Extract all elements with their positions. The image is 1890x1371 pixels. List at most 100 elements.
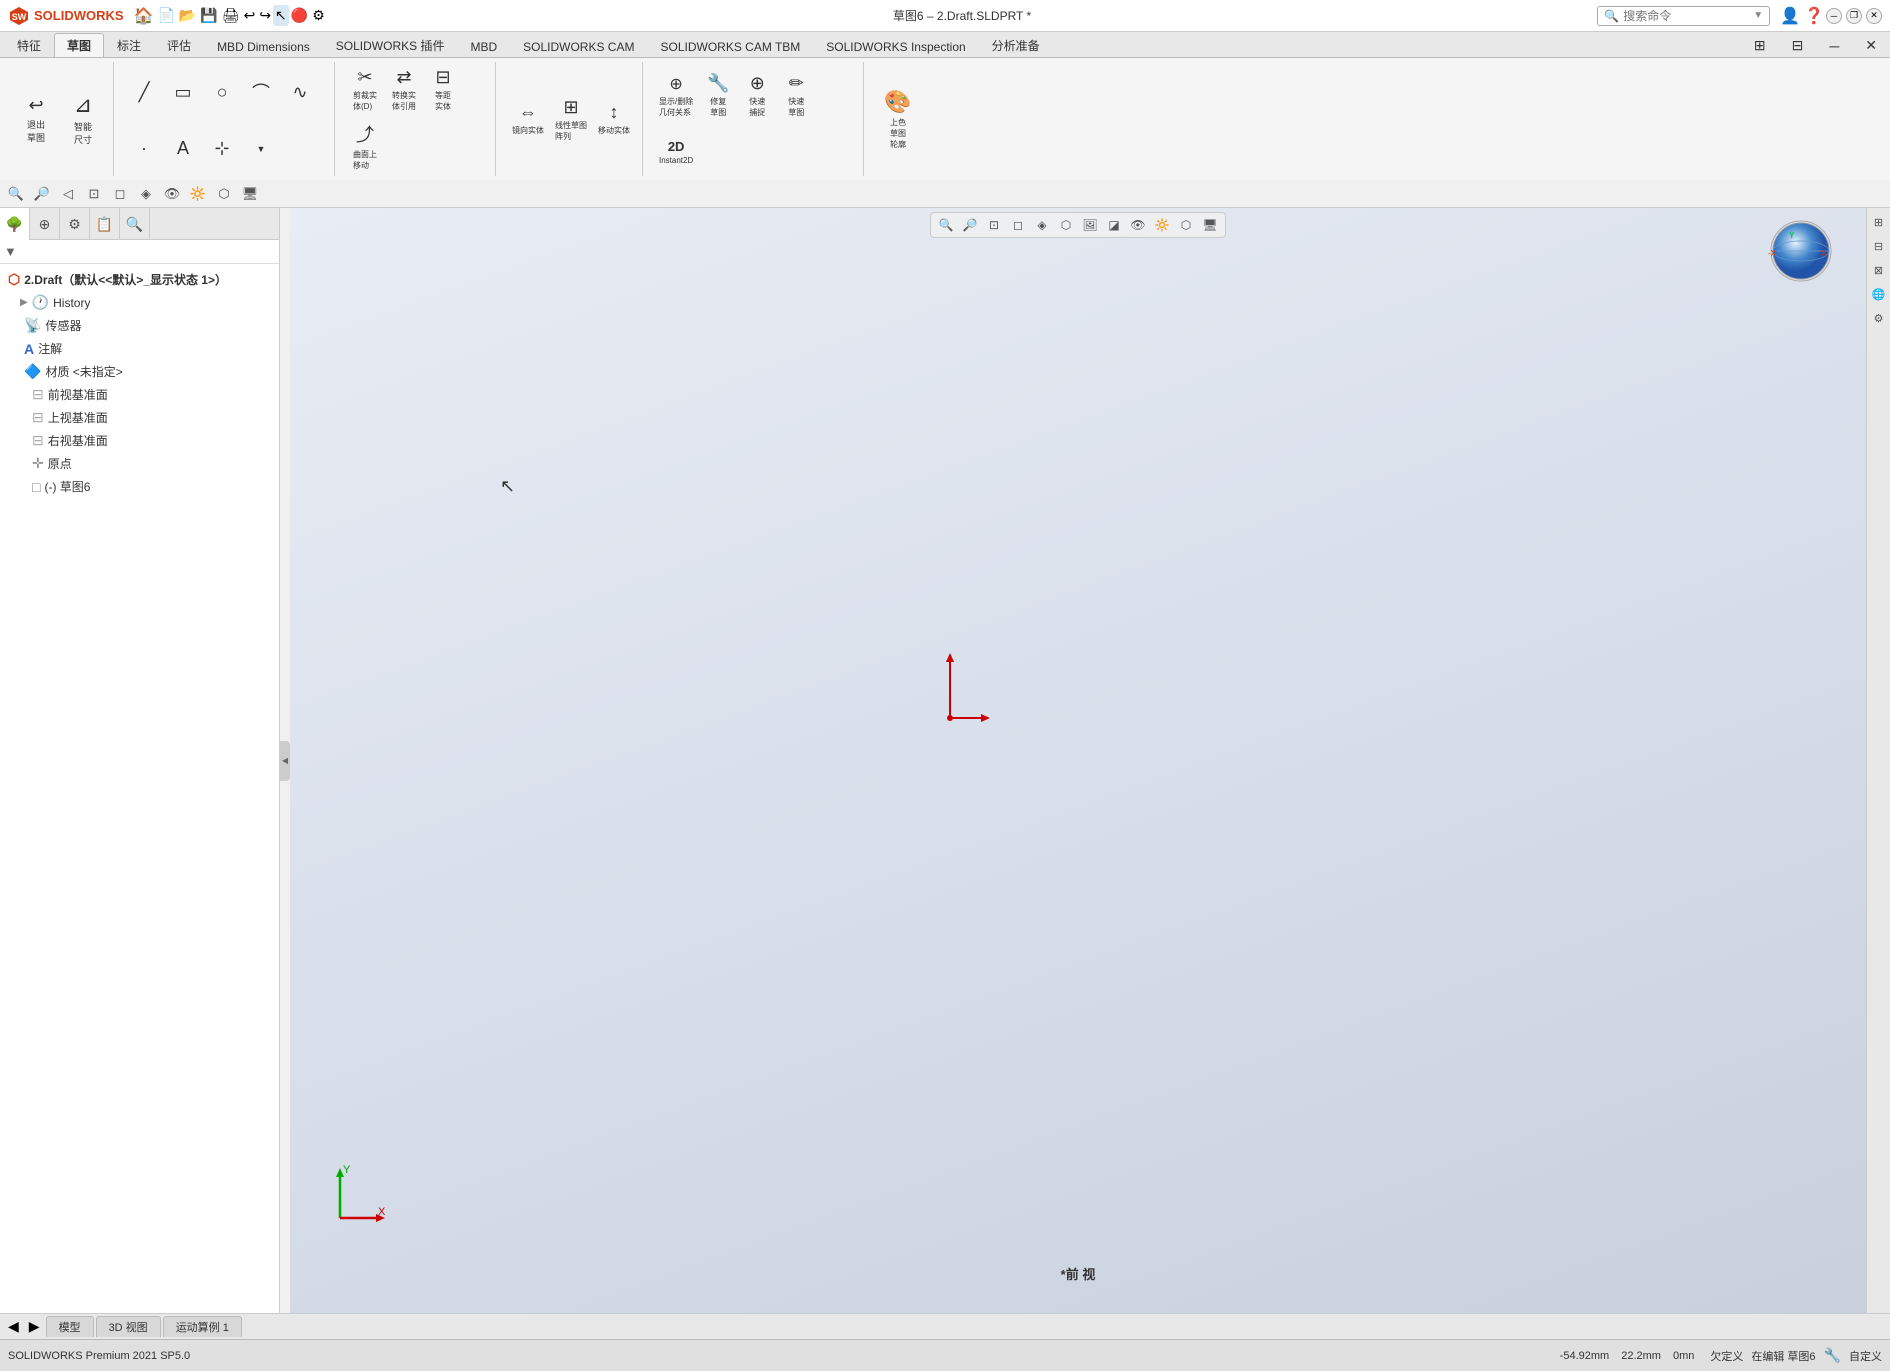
tab-markup[interactable]: 标注 [104, 33, 154, 57]
tree-item-sketch6[interactable]: □ (-) 草图6 [0, 475, 279, 498]
rectangle-button[interactable]: ▭ [165, 79, 201, 106]
tree-item-right-plane[interactable]: ⊟ 右视基准面 [0, 429, 279, 452]
circle-button[interactable]: ○ [204, 79, 240, 106]
tab-layout-button[interactable]: ⊟ [1779, 33, 1817, 57]
vp-light-button[interactable]: 🔆 [1151, 215, 1173, 235]
rebuild-warning-icon[interactable]: 🔧 [1824, 1347, 1841, 1364]
tab-model[interactable]: 模型 [46, 1316, 94, 1337]
sidebar-tab-appearances[interactable]: 📋 [90, 208, 120, 240]
surface-move-button[interactable]: ⤴ 曲面上移动 [347, 118, 383, 174]
search-dropdown-icon[interactable]: ▼ [1753, 10, 1763, 21]
view-selector-button[interactable]: ◻ [108, 183, 132, 205]
tab-close-ribbon[interactable]: ✕ [1852, 33, 1890, 57]
trim-button[interactable]: ✂ 剪裁实体(D) [347, 64, 383, 115]
save-icon[interactable]: 💾 [198, 5, 219, 26]
sidebar-tab-search[interactable]: 🔍 [120, 208, 150, 240]
rp-btn-3[interactable]: ⊠ [1869, 260, 1889, 280]
tab-sw-inspection[interactable]: SOLIDWORKS Inspection [813, 36, 978, 57]
tab-features[interactable]: 特征 [4, 33, 54, 57]
options-icon[interactable]: ⚙ [310, 5, 327, 26]
select-icon[interactable]: ↖ [273, 5, 289, 26]
tree-item-history[interactable]: ▶ 🕐 History [0, 291, 279, 314]
text-button[interactable]: A [165, 135, 201, 162]
prev-tab-button[interactable]: ◀ [4, 1316, 23, 1337]
sketch-more-button[interactable]: ▼ [243, 141, 279, 157]
tree-item-material[interactable]: 🔷 材质 <未指定> [0, 360, 279, 383]
arc-button[interactable]: ⌒ [243, 76, 279, 108]
tab-motion-study[interactable]: 运动算例 1 [163, 1316, 242, 1337]
viewport[interactable]: 🔍 🔎 ⊡ ◻ ◈ ⬡ 🖼 ◪ 👁 🔆 ⬡ 🖥 ↖ [290, 208, 1866, 1313]
new-icon[interactable]: 📄 [155, 5, 176, 26]
offset-entities-button[interactable]: ⊟ 等距实体 [425, 64, 461, 115]
tab-evaluate[interactable]: 评估 [154, 33, 204, 57]
redo-icon[interactable]: ↪ [257, 5, 273, 26]
linear-pattern-button[interactable]: ⊞ 线性草图阵列 [551, 94, 591, 145]
print-icon[interactable]: 🖨 [220, 5, 242, 26]
minimize-button[interactable]: ─ [1826, 8, 1842, 24]
edit-appearance-button[interactable]: 🔆 [186, 183, 210, 205]
quick-snap-button[interactable]: ⊕ 快速捕捉 [739, 70, 775, 121]
tab-mbd[interactable]: MBD [457, 36, 510, 57]
home-icon[interactable]: 🏠 [132, 4, 156, 28]
zoom-button[interactable]: 🔎 [30, 183, 54, 205]
rp-btn-5[interactable]: ⚙ [1869, 308, 1889, 328]
vp-section2-button[interactable]: ◪ [1103, 215, 1125, 235]
vp-zoom-button[interactable]: 🔎 [959, 215, 981, 235]
vp-eye-button[interactable]: 👁 [1127, 215, 1149, 235]
sidebar-tab-properties[interactable]: ⊕ [30, 208, 60, 240]
previous-view-button[interactable]: ◁ [56, 183, 80, 205]
sidebar-tab-config[interactable]: ⚙ [60, 208, 90, 240]
search-box[interactable]: 🔍 ▼ [1597, 6, 1770, 26]
vp-hex-button[interactable]: ⬡ [1175, 215, 1197, 235]
zoom-to-fit-button[interactable]: 🔍 [4, 183, 28, 205]
rp-btn-4[interactable]: 🌐 [1869, 284, 1889, 304]
exit-sketch-button[interactable]: ↩ 退出草图 [14, 92, 58, 147]
tree-item-top-plane[interactable]: ⊟ 上视基准面 [0, 406, 279, 429]
sidebar-collapse-handle[interactable]: ◀ [280, 741, 290, 781]
sidebar-tab-feature-tree[interactable]: 🌳 [0, 208, 30, 240]
display-style-button[interactable]: ◈ [134, 183, 158, 205]
tab-expand-button[interactable]: ⊞ [1741, 33, 1779, 57]
repair-sketch-button[interactable]: 🔧 修复草图 [700, 70, 736, 121]
rp-btn-2[interactable]: ⊟ [1869, 236, 1889, 256]
view-orientation-cube[interactable]: Y X -X [1766, 216, 1836, 286]
tab-sketch[interactable]: 草图 [54, 33, 104, 57]
section-view-button[interactable]: ⊡ [82, 183, 106, 205]
tab-analysis[interactable]: 分析准备 [979, 33, 1053, 57]
tab-sw-cam[interactable]: SOLIDWORKS CAM [510, 36, 647, 57]
show-relations-button[interactable]: ⊕ 显示/删除几何关系 [655, 71, 697, 121]
vp-hide-button[interactable]: 🖼 [1079, 215, 1101, 235]
construction-line-button[interactable]: ⊹ [204, 135, 240, 162]
apply-scene-button[interactable]: ⬡ [212, 183, 236, 205]
point-button[interactable]: · [126, 135, 162, 162]
vp-section-button[interactable]: ⊡ [983, 215, 1005, 235]
tree-item-annotations[interactable]: A 注解 [0, 337, 279, 360]
tree-item-sensors[interactable]: 📡 传感器 [0, 314, 279, 337]
tree-item-origin[interactable]: ✛ 原点 [0, 452, 279, 475]
spline-button[interactable]: ∿ [282, 79, 318, 106]
status-customize[interactable]: 自定义 [1849, 1348, 1882, 1364]
convert-entities-button[interactable]: ⇄ 转换实体引用 [386, 64, 422, 115]
line-button[interactable]: ╱ [126, 79, 162, 106]
move-entities-button[interactable]: ↕ 移动实体 [594, 99, 634, 139]
rebuild-icon[interactable]: 🔴 [289, 5, 310, 26]
mirror-button[interactable]: ⇔ 镜向实体 [508, 99, 548, 139]
account-icon[interactable]: 👤 [1778, 4, 1802, 28]
close-button[interactable]: ✕ [1866, 8, 1882, 24]
vp-zoom-fit-button[interactable]: 🔍 [935, 215, 957, 235]
vp-display-button[interactable]: ◈ [1031, 215, 1053, 235]
instant2d-button[interactable]: 2D Instant2D [655, 136, 697, 168]
color-sketch-button[interactable]: 🎨 上色草图轮廓 [876, 86, 920, 153]
tab-sw-cam-tbm[interactable]: SOLIDWORKS CAM TBM [647, 36, 813, 57]
undo-icon[interactable]: ↩ [242, 5, 258, 26]
tab-minimize-ribbon[interactable]: ─ [1816, 34, 1852, 57]
search-input[interactable] [1623, 9, 1753, 23]
vp-3d-button[interactable]: ◻ [1007, 215, 1029, 235]
tab-3d-view[interactable]: 3D 视图 [96, 1316, 161, 1337]
tree-item-front-plane[interactable]: ⊟ 前视基准面 [0, 383, 279, 406]
tab-mbd-dimensions[interactable]: MBD Dimensions [204, 36, 323, 57]
open-icon[interactable]: 📂 [177, 5, 198, 26]
view-settings-button[interactable]: 🖥 [238, 183, 262, 205]
tab-sw-plugins[interactable]: SOLIDWORKS 插件 [323, 33, 458, 57]
next-tab-button[interactable]: ▶ [25, 1316, 44, 1337]
